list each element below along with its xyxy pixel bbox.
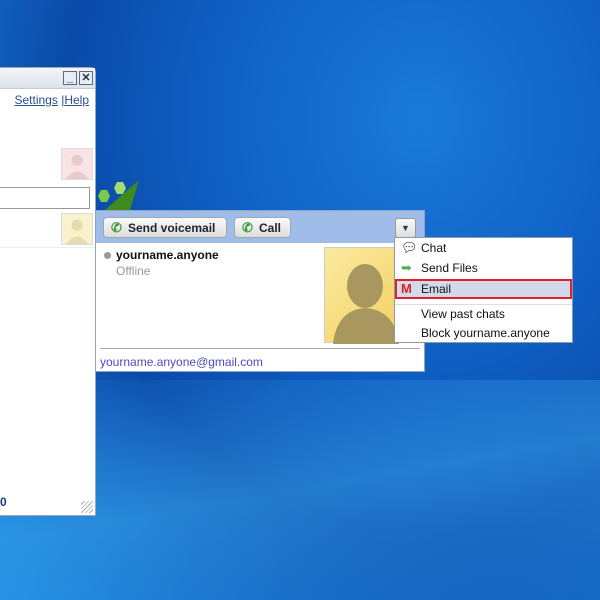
footer-text: 0 <box>0 495 7 509</box>
menu-item-label: Block yourname.anyone <box>421 326 550 340</box>
header-links: Settings |Help <box>14 93 89 107</box>
call-button[interactable]: ✆ Call <box>234 217 291 238</box>
options-menu: 💬︎ Chat ➥ Send Files M Email View past c… <box>394 237 573 343</box>
menu-item-label: Email <box>421 282 452 296</box>
green-logo-icon <box>98 180 139 210</box>
title-bar: _ ✕ <box>0 68 95 89</box>
settings-link[interactable]: Settings <box>14 93 57 107</box>
send-files-icon: ➥ <box>401 260 412 275</box>
status-indicator-icon <box>104 252 111 259</box>
avatar[interactable] <box>61 148 93 180</box>
resize-grip[interactable] <box>81 501 93 513</box>
contacts-window: _ ✕ Settings |Help 0 <box>0 67 96 516</box>
avatar[interactable] <box>61 213 93 245</box>
send-voicemail-button[interactable]: ✆ Send voicemail <box>103 217 227 238</box>
minimize-button[interactable]: _ <box>63 71 77 85</box>
close-button[interactable]: ✕ <box>79 71 93 85</box>
send-voicemail-label: Send voicemail <box>128 221 216 235</box>
contact-email-link[interactable]: yourname.anyone@gmail.com <box>100 355 263 369</box>
menu-item-label: View past chats <box>421 307 505 321</box>
search-input[interactable] <box>0 187 90 209</box>
menu-item-label: Chat <box>421 241 447 255</box>
divider <box>100 348 420 349</box>
menu-item-block[interactable]: Block yourname.anyone <box>395 323 572 343</box>
speech-bubble-icon: 💬︎ <box>401 240 418 255</box>
contact-photo <box>324 247 402 344</box>
more-options-dropdown[interactable]: ▼ <box>395 218 416 238</box>
contact-card: ✆ Send voicemail ✆ Call ▼ yourname.anyon… <box>95 210 425 372</box>
menu-item-label: Send Files <box>421 261 478 275</box>
phone-icon: ✆ <box>111 220 122 235</box>
call-label: Call <box>259 221 282 235</box>
help-link[interactable]: Help <box>64 93 89 107</box>
menu-item-chat[interactable]: 💬︎ Chat <box>395 238 572 258</box>
menu-item-view-past-chats[interactable]: View past chats <box>395 304 572 324</box>
card-header: ✆ Send voicemail ✆ Call ▼ <box>96 211 424 243</box>
menu-item-email[interactable]: M Email <box>395 279 572 299</box>
menu-item-send-files[interactable]: ➥ Send Files <box>395 258 572 278</box>
gmail-icon: M <box>401 281 412 296</box>
contact-name: yourname.anyone <box>116 248 219 262</box>
contact-status: Offline <box>116 264 151 278</box>
phone-icon: ✆ <box>242 220 253 235</box>
divider <box>0 247 93 248</box>
